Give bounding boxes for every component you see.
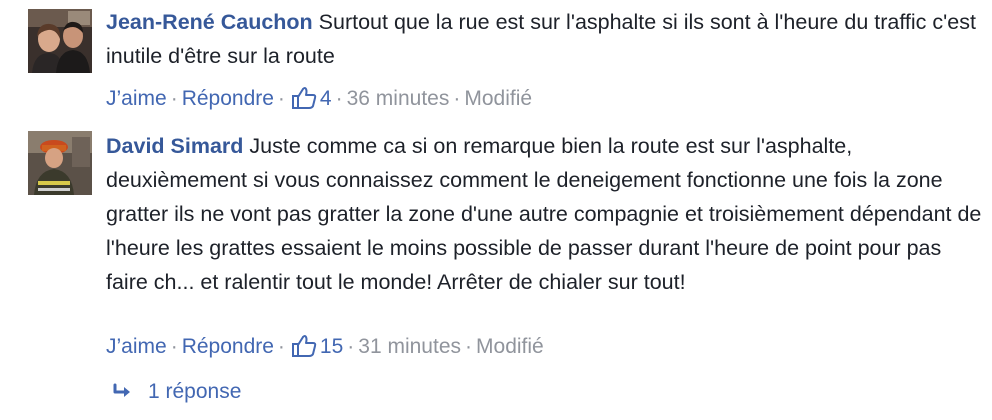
reply-link[interactable]: Répondre bbox=[182, 87, 274, 110]
comment-body: David Simard Juste comme ca si on remarq… bbox=[106, 129, 986, 299]
thumbs-up-icon[interactable] bbox=[291, 86, 317, 118]
comment-author[interactable]: Jean-René Cauchon bbox=[106, 10, 313, 34]
like-count[interactable]: 15 bbox=[320, 335, 343, 358]
separator-dot: · bbox=[453, 87, 461, 110]
reply-arrow-icon bbox=[112, 381, 134, 409]
like-link[interactable]: J’aime bbox=[106, 335, 167, 358]
separator-dot: · bbox=[170, 335, 178, 358]
view-replies-link[interactable]: 1 réponse bbox=[112, 378, 241, 409]
comment-text: Juste comme ca si on remarque bien la ro… bbox=[106, 134, 982, 294]
comment-author[interactable]: David Simard bbox=[106, 134, 243, 158]
avatar-photo bbox=[28, 9, 92, 73]
avatar[interactable] bbox=[28, 9, 92, 73]
comment-timestamp[interactable]: 31 minutes bbox=[358, 335, 461, 358]
edited-label[interactable]: Modifié bbox=[464, 87, 532, 110]
comment-body: Jean-René Cauchon Surtout que la rue est… bbox=[106, 5, 986, 73]
separator-dot: · bbox=[465, 335, 473, 358]
separator-dot: · bbox=[347, 335, 355, 358]
comment-timestamp[interactable]: 36 minutes bbox=[347, 87, 450, 110]
edited-label[interactable]: Modifié bbox=[476, 335, 544, 358]
comment-actions: J’aime · Répondre · 4 · 36 minutes · Modifié bbox=[106, 85, 532, 118]
thumbs-up-icon[interactable] bbox=[291, 334, 317, 366]
comment-actions: J’aime · Répondre · 15 · 31 minutes · Modifié bbox=[106, 333, 544, 366]
separator-dot: · bbox=[170, 87, 178, 110]
like-link[interactable]: J’aime bbox=[106, 87, 167, 110]
avatar[interactable] bbox=[28, 131, 92, 195]
like-count[interactable]: 4 bbox=[320, 87, 332, 110]
avatar-photo bbox=[28, 131, 92, 195]
separator-dot: · bbox=[335, 87, 343, 110]
reply-link[interactable]: Répondre bbox=[182, 335, 274, 358]
separator-dot: · bbox=[277, 335, 285, 358]
separator-dot: · bbox=[277, 87, 285, 110]
replies-count-label[interactable]: 1 réponse bbox=[148, 380, 241, 403]
